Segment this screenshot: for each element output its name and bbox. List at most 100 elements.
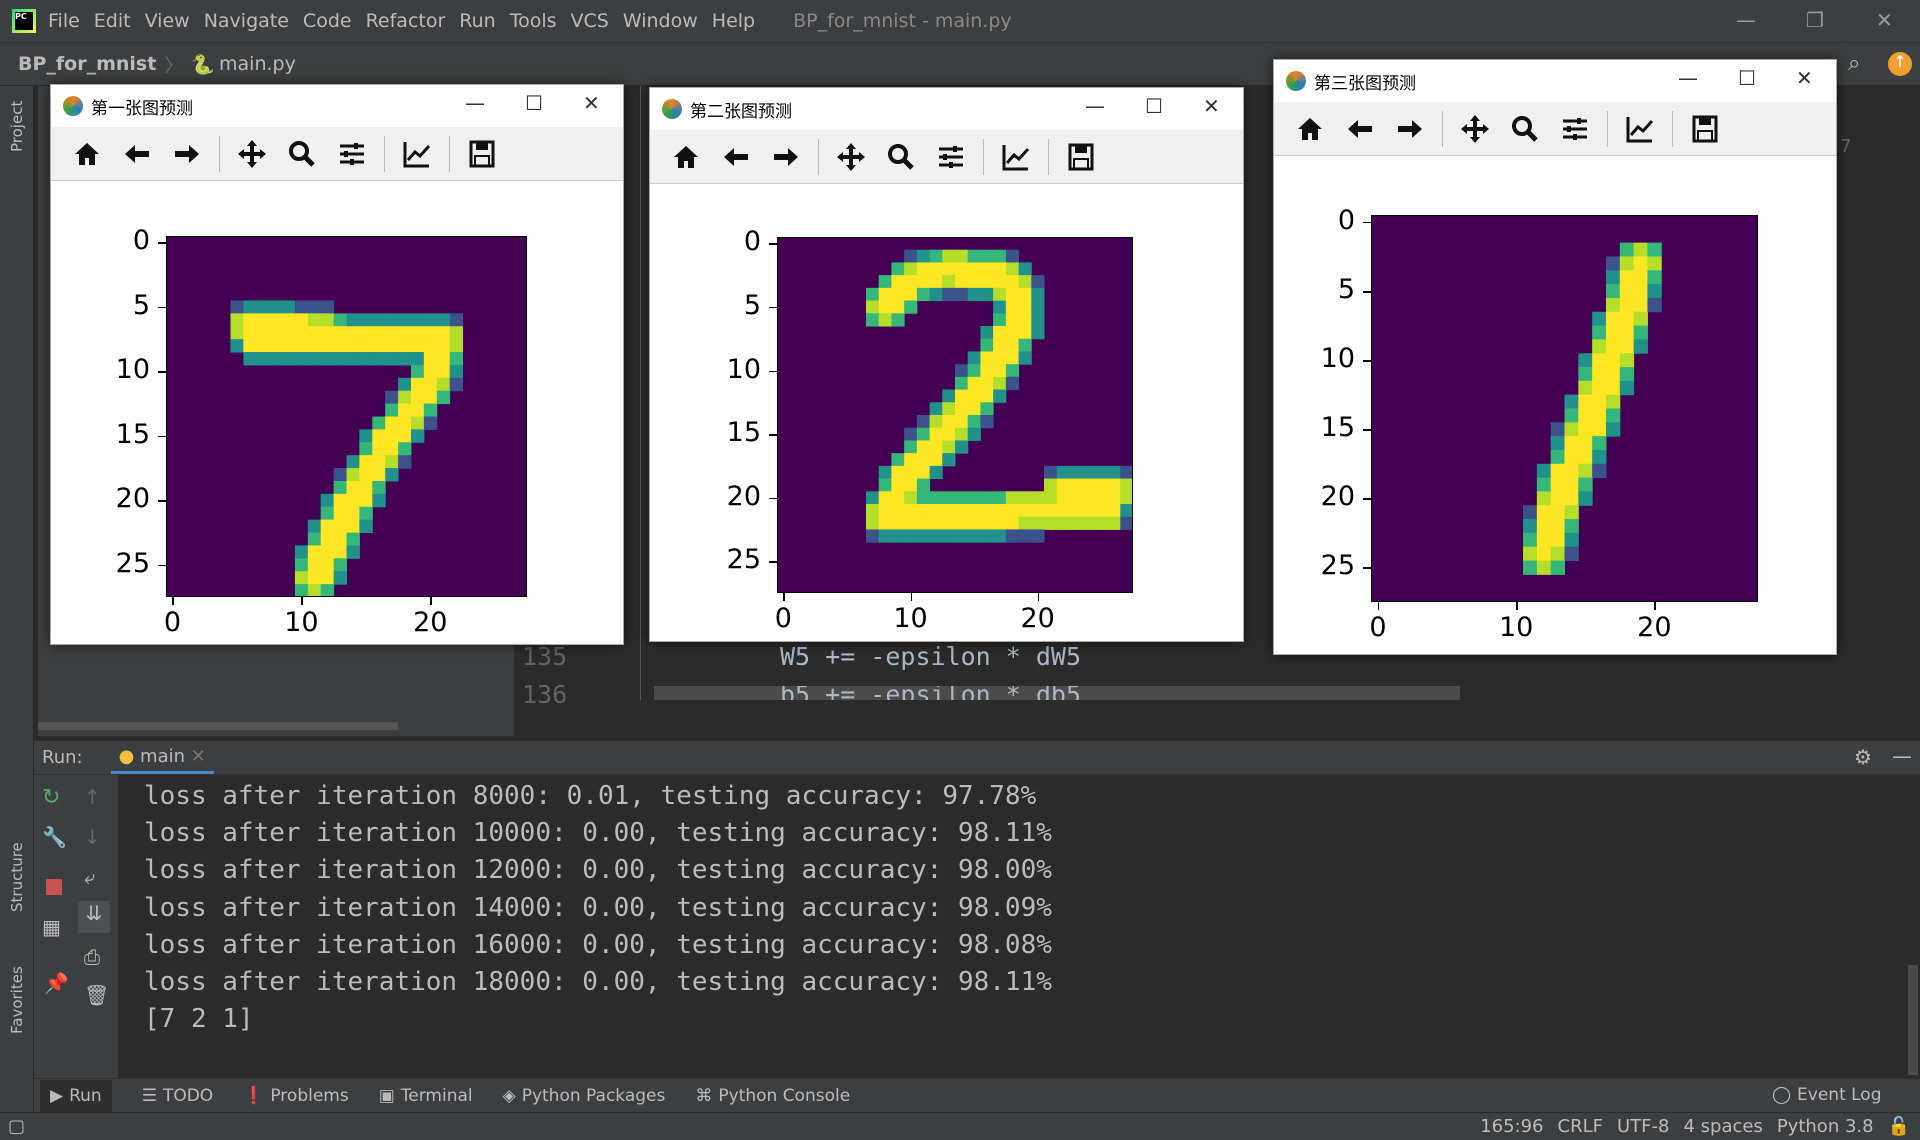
minimize-button[interactable]: — (1678, 66, 1698, 90)
code-line[interactable]: b5 += -epsilon * db5 (780, 686, 1081, 700)
console-output[interactable]: loss after iteration 8000: 0.01, testing… (118, 775, 1920, 1080)
menu-code[interactable]: Code (303, 10, 352, 32)
maximize-button[interactable]: ☐ (1145, 94, 1163, 118)
subplots-button[interactable] (931, 137, 971, 177)
console-scrollbar[interactable] (1908, 965, 1918, 1075)
close-tab-icon[interactable]: ✕ (191, 746, 206, 767)
close-button[interactable]: ✕ (583, 91, 600, 115)
up-arrow-icon[interactable]: ↑ (84, 785, 101, 809)
menu-help[interactable]: Help (712, 10, 755, 32)
soft-wrap-icon[interactable]: ⤶ (84, 865, 95, 889)
pan-button[interactable] (1455, 109, 1495, 149)
menu-navigate[interactable]: Navigate (204, 10, 289, 32)
edit-axis-button[interactable] (996, 137, 1036, 177)
event-log-icon: ◯ (1772, 1085, 1792, 1105)
y-tick-label: 5 (743, 289, 761, 321)
tool-terminal[interactable]: ▣ Terminal (379, 1086, 473, 1106)
edit-axis-button[interactable] (397, 134, 437, 174)
update-icon[interactable]: ↑ (1888, 52, 1912, 76)
y-tick-label: 10 (726, 353, 761, 385)
tool-python-packages[interactable]: ◈ Python Packages (503, 1086, 666, 1106)
forward-button[interactable] (1390, 109, 1430, 149)
save-button[interactable] (1685, 109, 1725, 149)
menu-edit[interactable]: Edit (94, 10, 131, 32)
subplots-button[interactable] (332, 134, 372, 174)
wrench-icon[interactable]: 🔧 (42, 825, 67, 849)
pan-button[interactable] (831, 137, 871, 177)
project-tool-button[interactable]: Project (8, 101, 26, 152)
forward-button[interactable] (766, 137, 806, 177)
code-line[interactable]: W5 += -epsilon * dW5 (780, 642, 1081, 671)
y-tick-mark (158, 564, 166, 567)
back-button[interactable] (1340, 109, 1380, 149)
y-tick-label: 10 (1320, 343, 1355, 375)
search-icon[interactable]: ⌕ (1848, 51, 1860, 76)
close-button[interactable]: ✕ (1796, 66, 1813, 90)
minimize-button[interactable]: — (465, 91, 485, 115)
close-button[interactable]: ✕ (1203, 94, 1220, 118)
save-button[interactable] (1061, 137, 1101, 177)
restore-button[interactable]: ❐ (1806, 8, 1824, 32)
tool-problems[interactable]: ❗ Problems (243, 1086, 349, 1106)
forward-button[interactable] (167, 134, 207, 174)
pan-button[interactable] (232, 134, 272, 174)
print-icon[interactable]: ⎙ (84, 945, 100, 969)
tool-run[interactable]: ▶ Run (40, 1079, 112, 1112)
separator (1048, 138, 1049, 175)
stop-icon[interactable] (46, 879, 62, 895)
python-interpreter[interactable]: Python 3.8 (1777, 1116, 1874, 1137)
horizontal-scrollbar[interactable] (38, 722, 398, 730)
tool-todo[interactable]: ☰ TODO (142, 1086, 214, 1106)
menu-tools[interactable]: Tools (510, 10, 557, 32)
y-tick-mark (769, 306, 777, 309)
panel-toggle-icon[interactable]: ▢ (8, 1116, 25, 1137)
home-button[interactable] (1290, 109, 1330, 149)
layout-icon[interactable]: ▦ (42, 915, 61, 939)
rerun-icon[interactable]: ↻ (42, 785, 60, 810)
tool-python-console[interactable]: ⌘ Python Console (695, 1086, 850, 1106)
trash-icon[interactable]: 🗑 (84, 983, 109, 1007)
edit-axis-button[interactable] (1620, 109, 1660, 149)
back-button[interactable] (716, 137, 756, 177)
minimize-button[interactable]: — (1085, 94, 1105, 118)
structure-tool-button[interactable]: Structure (8, 842, 26, 912)
y-tick-mark (158, 435, 166, 438)
x-tick-label: 10 (893, 603, 928, 634)
lock-icon[interactable]: 🔓 (1888, 1116, 1910, 1137)
zoom-button[interactable] (881, 137, 921, 177)
event-log[interactable]: ◯ Event Log (1772, 1085, 1882, 1105)
close-button[interactable]: ✕ (1876, 8, 1893, 32)
y-tick-label: 5 (132, 289, 150, 321)
x-tick-label: 0 (774, 603, 792, 634)
home-button[interactable] (666, 137, 706, 177)
run-tab-main[interactable]: ● main ✕ (110, 742, 214, 774)
maximize-button[interactable]: ☐ (525, 91, 543, 115)
indent-setting[interactable]: 4 spaces (1683, 1116, 1762, 1137)
zoom-button[interactable] (282, 134, 322, 174)
caret-position[interactable]: 165:96 (1480, 1116, 1543, 1137)
menu-file[interactable]: File (48, 10, 80, 32)
menu-run[interactable]: Run (459, 10, 495, 32)
breadcrumb-project[interactable]: BP_for_mnist (18, 53, 156, 75)
down-arrow-icon[interactable]: ↓ (84, 825, 101, 849)
scroll-to-end-icon[interactable]: ⇊ (78, 901, 110, 933)
save-button[interactable] (462, 134, 502, 174)
menu-vcs[interactable]: VCS (571, 10, 609, 32)
minimize-button[interactable]: — (1736, 8, 1756, 32)
breadcrumb-file[interactable]: main.py (219, 53, 296, 75)
gear-icon[interactable]: ⚙ (1854, 745, 1872, 769)
file-encoding[interactable]: UTF-8 (1617, 1116, 1669, 1137)
hide-icon[interactable]: — (1892, 744, 1912, 768)
menu-view[interactable]: View (145, 10, 190, 32)
back-button[interactable] (117, 134, 157, 174)
line-separator[interactable]: CRLF (1558, 1116, 1603, 1137)
save-icon (1692, 115, 1718, 142)
favorites-tool-button[interactable]: Favorites (8, 966, 26, 1034)
pin-icon[interactable]: 📌 (44, 971, 69, 995)
menu-refactor[interactable]: Refactor (366, 10, 446, 32)
maximize-button[interactable]: ☐ (1738, 66, 1756, 90)
menu-window[interactable]: Window (623, 10, 698, 32)
home-button[interactable] (67, 134, 107, 174)
zoom-button[interactable] (1505, 109, 1545, 149)
subplots-button[interactable] (1555, 109, 1595, 149)
